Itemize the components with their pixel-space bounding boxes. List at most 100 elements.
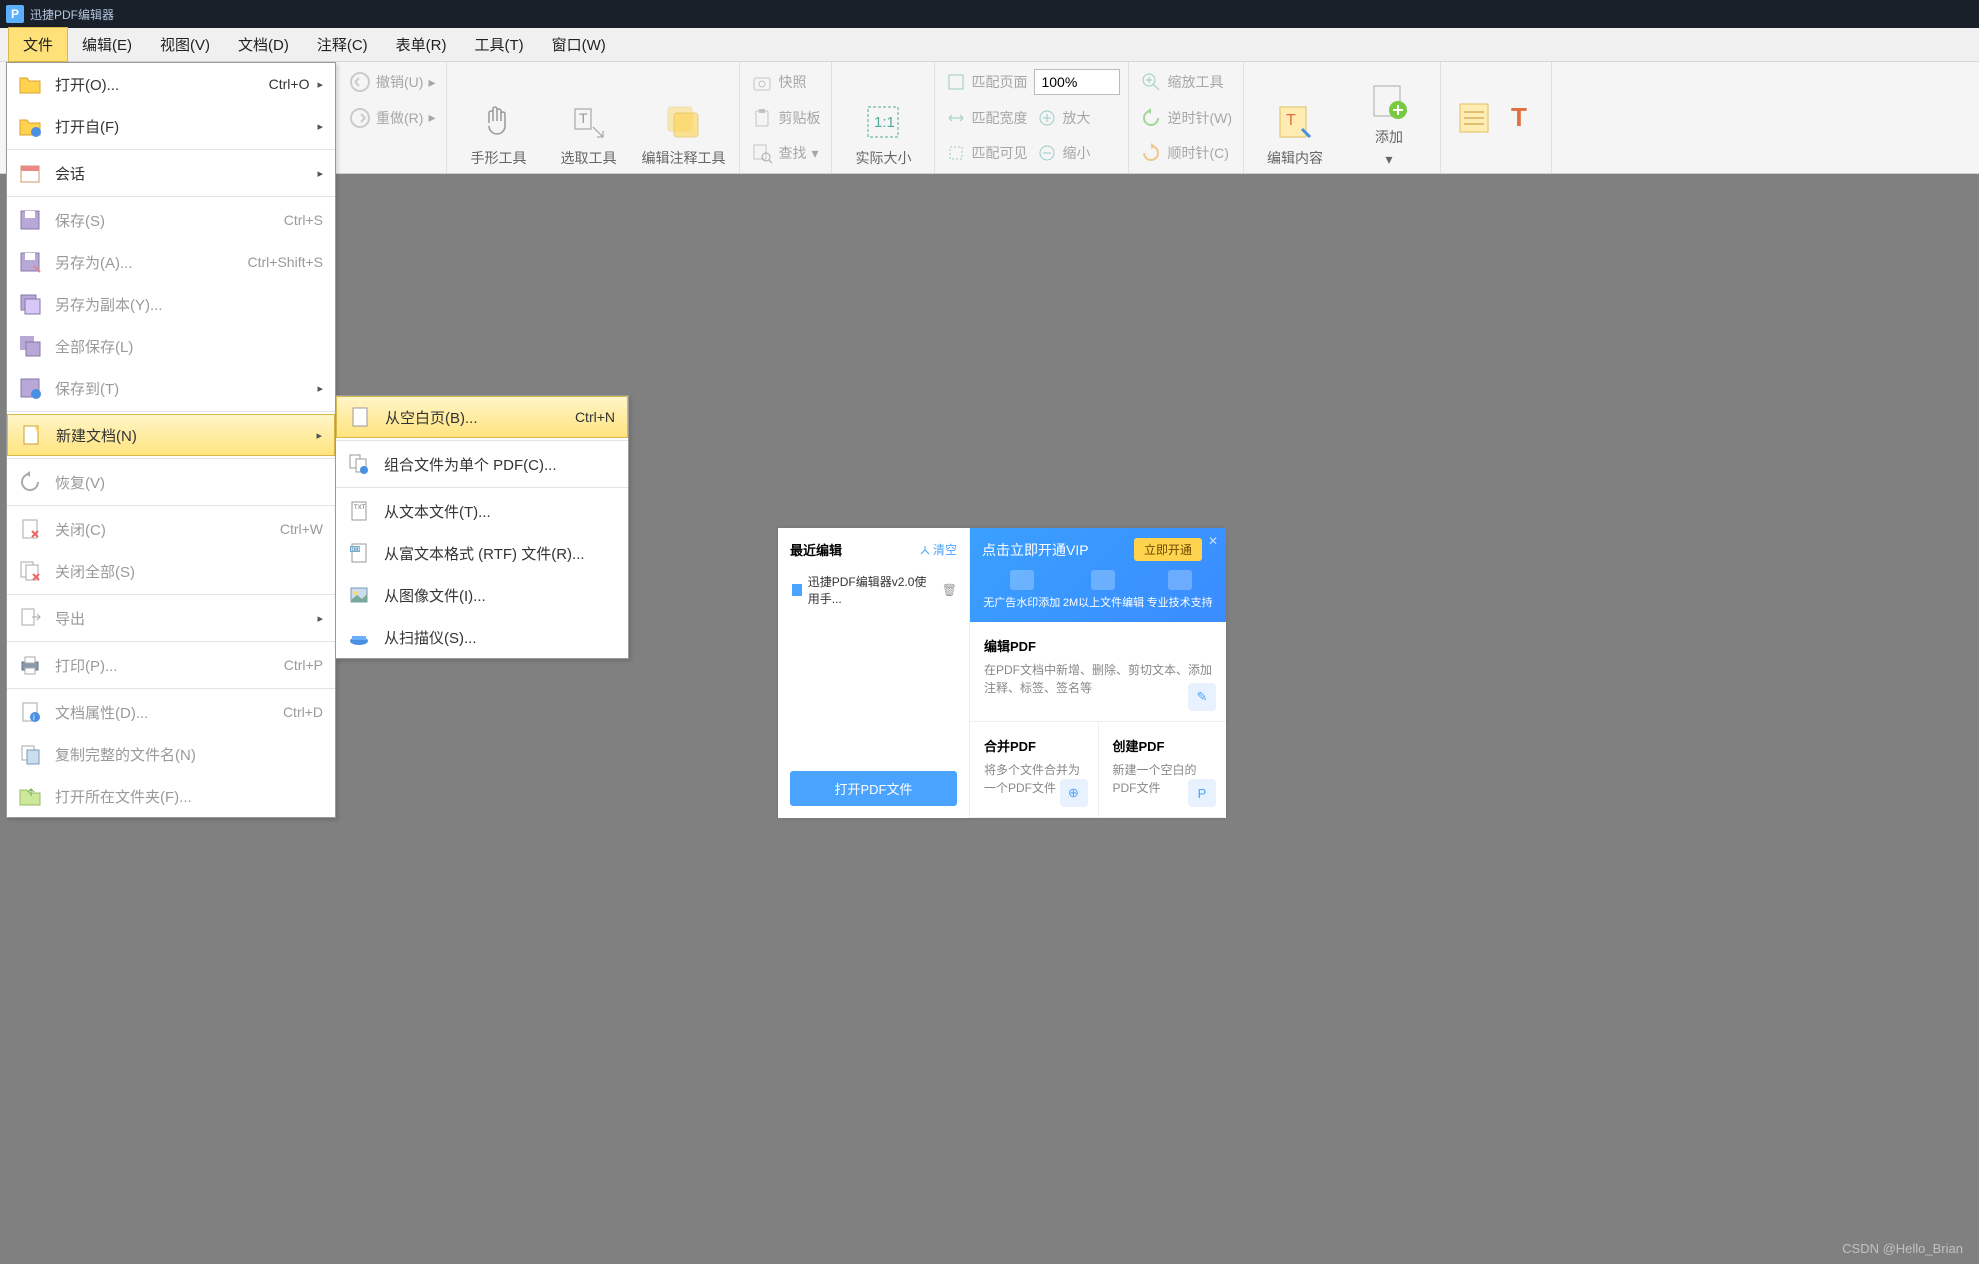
clipboard-button[interactable]: 剪贴板: [748, 103, 823, 133]
txt-icon: TXT: [346, 498, 372, 524]
submenu-combine[interactable]: 组合文件为单个 PDF(C)...: [336, 443, 628, 485]
menu-edit[interactable]: 编辑(E): [68, 28, 146, 61]
rotate-ccw-button[interactable]: 逆时针(W): [1137, 103, 1235, 133]
save-shortcut: Ctrl+S: [284, 212, 323, 228]
open-label: 打开(O)...: [55, 74, 259, 95]
fit-page-button[interactable]: 匹配页面: [943, 67, 1030, 97]
edit-content-icon: T: [1273, 100, 1317, 144]
find-button[interactable]: 查找 ▾: [748, 138, 823, 168]
doc-props-shortcut: Ctrl+D: [283, 704, 323, 720]
submenu-from-text[interactable]: TXT 从文本文件(T)...: [336, 490, 628, 532]
menu-session[interactable]: 会话 ▸: [7, 152, 335, 194]
edit-card-icon[interactable]: ✎: [1188, 683, 1216, 711]
recent-file-item[interactable]: 迅捷PDF编辑器v2.0使用手... 🗑: [790, 573, 957, 607]
menu-document[interactable]: 文档(D): [224, 28, 303, 61]
menu-close-all[interactable]: 关闭全部(S): [7, 550, 335, 592]
rotate-cw-icon: [1140, 142, 1162, 164]
rotate-cw-button[interactable]: 顺时针(C): [1137, 138, 1235, 168]
menu-save-to[interactable]: 保存到(T) ▸: [7, 367, 335, 409]
fit-page-icon: [946, 72, 966, 92]
undo-button[interactable]: 撤销(U) ▸: [346, 67, 438, 97]
delete-recent-icon[interactable]: 🗑: [942, 583, 957, 597]
save-to-icon: [17, 375, 43, 401]
find-icon: [751, 142, 773, 164]
svg-text:1:1: 1:1: [874, 114, 895, 131]
menu-save-all[interactable]: 全部保存(L): [7, 325, 335, 367]
menu-export[interactable]: 导出 ▸: [7, 597, 335, 639]
rotate-ccw-icon: [1140, 107, 1162, 129]
save-label: 保存(S): [55, 210, 274, 231]
blank-label: 从空白页(B)...: [385, 407, 565, 428]
menu-restore[interactable]: 恢复(V): [7, 461, 335, 503]
menu-new-document[interactable]: 新建文档(N) ▸: [7, 414, 335, 456]
actual-size[interactable]: 1:1 实际大小: [840, 100, 926, 168]
zoom-in-label: 放大: [1062, 108, 1090, 128]
zoom-tool-button[interactable]: 缩放工具: [1137, 67, 1235, 97]
edit-pdf-card[interactable]: 编辑PDF 在PDF文档中新增、删除、剪切文本、添加注释、标签、签名等 ✎: [970, 622, 1226, 722]
menu-save-copy[interactable]: 另存为副本(Y)...: [7, 283, 335, 325]
vip-banner: ✕ 点击立即开通VIP 立即开通 无广告水印添加 2M以上文件编辑 专业技术支持: [970, 528, 1226, 622]
annot-tool[interactable]: 编辑注释工具: [635, 100, 731, 168]
menu-window[interactable]: 窗口(W): [538, 28, 620, 61]
fit-visible-icon: [946, 143, 966, 163]
menu-tools[interactable]: 工具(T): [461, 28, 538, 61]
vip-open-button[interactable]: 立即开通: [1134, 538, 1202, 561]
rotate-cw-label: 顺时针(C): [1167, 143, 1228, 163]
menu-open-from[interactable]: 打开自(F) ▸: [7, 105, 335, 147]
create-pdf-card[interactable]: 创建PDF 新建一个空白的PDF文件 P: [1099, 722, 1227, 818]
menu-annotate[interactable]: 注释(C): [303, 28, 382, 61]
menu-save[interactable]: 保存(S) Ctrl+S: [7, 199, 335, 241]
add-button[interactable]: 添加 ▾: [1346, 79, 1432, 168]
menu-save-as[interactable]: 另存为(A)... Ctrl+Shift+S: [7, 241, 335, 283]
submenu-blank[interactable]: 从空白页(B)... Ctrl+N: [336, 396, 628, 438]
menubar: 文件 编辑(E) 视图(V) 文档(D) 注释(C) 表单(R) 工具(T) 窗…: [0, 28, 1979, 62]
menu-open[interactable]: 打开(O)... Ctrl+O ▸: [7, 63, 335, 105]
svg-text:RTF: RTF: [351, 547, 361, 553]
combine-label: 组合文件为单个 PDF(C)...: [384, 454, 616, 475]
submenu-from-scanner[interactable]: 从扫描仪(S)...: [336, 616, 628, 658]
open-pdf-button[interactable]: 打开PDF文件: [790, 771, 957, 806]
fit-width-button[interactable]: 匹配宽度: [943, 103, 1030, 133]
menu-file[interactable]: 文件: [8, 27, 68, 62]
fit-visible-button[interactable]: 匹配可见: [943, 138, 1030, 168]
zoom-out-icon: [1037, 143, 1057, 163]
menu-close[interactable]: 关闭(C) Ctrl+W: [7, 508, 335, 550]
redo-button[interactable]: 重做(R) ▸: [346, 103, 438, 133]
feat3-label: 专业技术支持: [1147, 594, 1213, 610]
submenu-from-rtf[interactable]: RTF 从富文本格式 (RTF) 文件(R)...: [336, 532, 628, 574]
restore-label: 恢复(V): [55, 472, 323, 493]
zoom-input[interactable]: [1034, 69, 1120, 95]
menu-doc-props[interactable]: i 文档属性(D)... Ctrl+D: [7, 691, 335, 733]
select-tool[interactable]: T 选取工具: [545, 100, 631, 168]
hand-tool[interactable]: 手形工具: [455, 100, 541, 168]
menu-print[interactable]: 打印(P)... Ctrl+P: [7, 644, 335, 686]
folder-web-icon: [17, 113, 43, 139]
menu-open-folder[interactable]: 打开所在文件夹(F)...: [7, 775, 335, 817]
merge-pdf-card[interactable]: 合并PDF 将多个文件合并为一个PDF文件 ⊕: [970, 722, 1099, 818]
submenu-from-image[interactable]: 从图像文件(I)...: [336, 574, 628, 616]
merge-card-icon[interactable]: ⊕: [1060, 779, 1088, 807]
from-image-label: 从图像文件(I)...: [384, 585, 616, 606]
from-rtf-label: 从富文本格式 (RTF) 文件(R)...: [384, 543, 616, 564]
add-icon: [1367, 79, 1411, 123]
edit-content[interactable]: T 编辑内容: [1252, 100, 1338, 168]
chevron-right-icon: ▸: [316, 429, 322, 442]
menu-copy-fullname[interactable]: 复制完整的文件名(N): [7, 733, 335, 775]
menu-form[interactable]: 表单(R): [382, 28, 461, 61]
zoom-out-button[interactable]: 缩小: [1034, 138, 1093, 168]
extra-tool-2[interactable]: T: [1503, 96, 1543, 140]
create-card-icon[interactable]: P: [1188, 779, 1216, 807]
camera-icon: [751, 71, 773, 93]
close-icon[interactable]: ✕: [1208, 534, 1218, 548]
extra-tool-1[interactable]: [1449, 96, 1499, 140]
zoom-in-button[interactable]: 放大: [1034, 103, 1093, 133]
promo-panel: ✕ 点击立即开通VIP 立即开通 无广告水印添加 2M以上文件编辑 专业技术支持…: [970, 528, 1226, 818]
snapshot-label: 快照: [778, 72, 806, 92]
snapshot-button[interactable]: 快照: [748, 67, 823, 97]
zoom-tool-icon: [1140, 71, 1162, 93]
separator: [7, 505, 335, 506]
watermark: CSDN @Hello_Brian: [1842, 1241, 1963, 1256]
menu-view[interactable]: 视图(V): [146, 28, 224, 61]
clear-button[interactable]: 清空: [919, 541, 957, 558]
separator: [7, 458, 335, 459]
